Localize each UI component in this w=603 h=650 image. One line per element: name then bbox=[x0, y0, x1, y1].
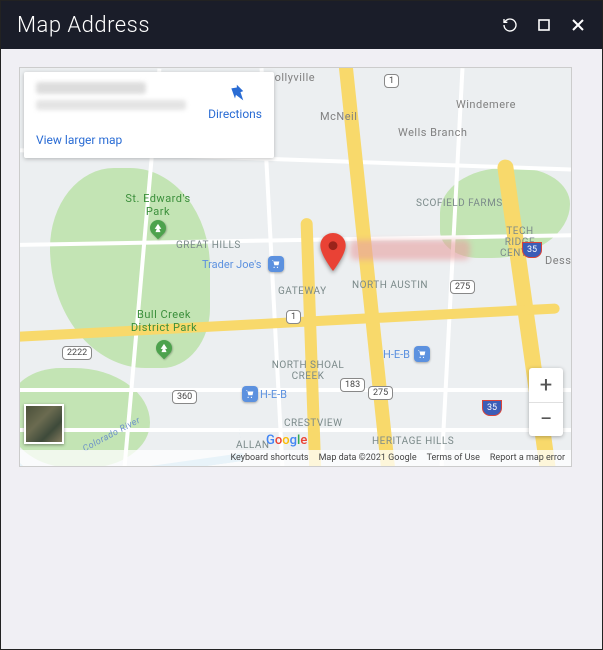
route-shield-360: 360 bbox=[172, 390, 197, 404]
keyboard-shortcuts-link[interactable]: Keyboard shortcuts bbox=[230, 453, 308, 463]
route-shield-1: 1 bbox=[286, 310, 301, 324]
poi-trader-joes-pin[interactable] bbox=[268, 256, 284, 272]
route-shield-275: 275 bbox=[450, 280, 475, 294]
window-title: Map Address bbox=[17, 13, 150, 38]
directions-button[interactable]: Directions bbox=[208, 82, 262, 121]
close-button[interactable] bbox=[568, 15, 588, 35]
window-frame: Map Address bbox=[0, 0, 603, 650]
route-shield-2222: 2222 bbox=[62, 346, 92, 360]
map-road bbox=[20, 388, 572, 392]
route-shield-1: 1 bbox=[384, 74, 399, 88]
route-shield-275: 275 bbox=[368, 386, 393, 400]
content-area: Jollyville McNeil Windemere Wells Branch… bbox=[1, 49, 602, 649]
reload-icon bbox=[502, 17, 518, 33]
address-label-redacted bbox=[350, 240, 470, 260]
route-shield-i35: 35 bbox=[482, 400, 502, 416]
map-data-label: Map data ©2021 Google bbox=[319, 453, 417, 463]
satellite-toggle-thumbnail[interactable] bbox=[24, 404, 64, 444]
zoom-in-button[interactable]: + bbox=[529, 368, 563, 402]
view-larger-map-link[interactable]: View larger map bbox=[36, 133, 122, 147]
window-controls bbox=[500, 15, 588, 35]
terms-link[interactable]: Terms of Use bbox=[427, 453, 480, 463]
main-location-pin[interactable] bbox=[320, 233, 346, 259]
shopping-cart-icon bbox=[271, 259, 281, 269]
route-shield-183: 183 bbox=[340, 378, 365, 392]
label-heb-2[interactable]: H-E-B bbox=[260, 388, 287, 401]
map-footer: Keyboard shortcuts Map data ©2021 Google… bbox=[20, 450, 571, 466]
poi-heb-pin[interactable] bbox=[414, 346, 430, 362]
reload-button[interactable] bbox=[500, 15, 520, 35]
route-shield-i35: 35 bbox=[522, 242, 542, 258]
shopping-cart-icon bbox=[417, 349, 427, 359]
directions-icon bbox=[224, 82, 246, 104]
info-address-redacted bbox=[36, 82, 186, 110]
map-pin-icon bbox=[320, 233, 346, 271]
report-error-link[interactable]: Report a map error bbox=[490, 453, 565, 463]
poi-heb-pin[interactable] bbox=[242, 386, 258, 402]
info-card: Directions View larger map bbox=[24, 72, 274, 158]
zoom-out-button[interactable]: − bbox=[529, 402, 563, 436]
title-bar: Map Address bbox=[1, 1, 602, 49]
zoom-control: + − bbox=[529, 368, 563, 436]
shopping-cart-icon bbox=[245, 389, 255, 399]
map-frame[interactable]: Jollyville McNeil Windemere Wells Branch… bbox=[19, 67, 572, 467]
label-heb-1[interactable]: H-E-B bbox=[383, 348, 410, 361]
maximize-button[interactable] bbox=[534, 15, 554, 35]
maximize-icon bbox=[538, 19, 550, 31]
label-trader-joes[interactable]: Trader Joe's bbox=[202, 258, 261, 271]
close-icon bbox=[571, 18, 585, 32]
directions-label: Directions bbox=[208, 107, 262, 121]
